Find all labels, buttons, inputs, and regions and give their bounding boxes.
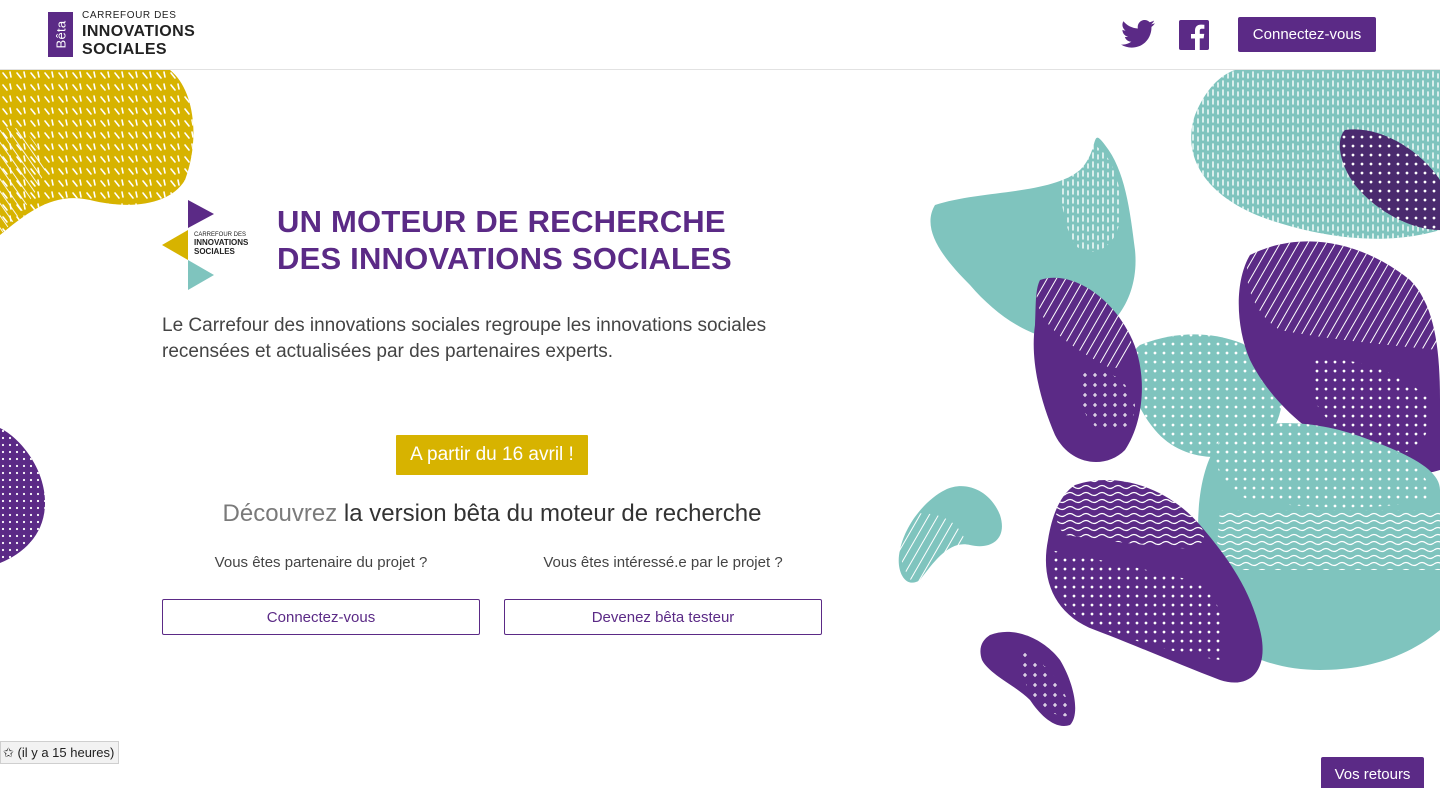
hero-title: UN MOTEUR DE RECHERCHE DES INNOVATIONS S… [277,203,732,277]
logo-line-3: SOCIALES [82,41,167,58]
beta-tester-button[interactable]: Devenez bêta testeur [504,599,822,635]
logo-triangle-purple [188,200,214,228]
discover-heading: Découvrez la version bêta du moteur de r… [162,498,822,530]
logo-line-1: CARREFOUR DES [82,10,177,21]
top-header: Bêta CARREFOUR DES INNOVATIONS SOCIALES … [0,0,1440,70]
hero-title-line-2: DES INNOVATIONS SOCIALES [277,241,732,276]
facebook-icon[interactable] [1179,20,1209,50]
logo-line-2: INNOVATIONS [82,23,196,40]
logo-triangle-teal [188,260,214,290]
twitter-icon[interactable] [1121,18,1155,50]
interested-question: Vous êtes intéressé.e par le projet ? [543,554,783,571]
beta-tag: Bêta [48,12,73,57]
history-chip[interactable]: ✩ (il y a 15 heures) [0,741,119,764]
hero-logo: CARREFOUR DES INNOVATIONS SOCIALES [162,200,249,290]
header-connect-button[interactable]: Connectez-vous [1238,17,1376,52]
hero-title-line-1: UN MOTEUR DE RECHERCHE [277,204,726,239]
discover-strong-text: la version bêta du moteur de recherche [343,500,762,527]
hero-logo-line-2: INNOVATIONS [194,238,249,247]
logo-text: CARREFOUR DES INNOVATIONS SOCIALES [82,10,196,58]
hero-logo-line-3: SOCIALES [194,247,236,256]
decorative-blob-cluster-right [898,70,1440,726]
partner-question: Vous êtes partenaire du projet ? [214,554,428,571]
decorative-blob-left [0,428,45,563]
beta-label: Bêta [53,20,69,49]
feedback-button[interactable]: Vos retours [1321,757,1424,788]
partner-connect-button[interactable]: Connectez-vous [162,599,480,635]
site-logo[interactable]: Bêta CARREFOUR DES INNOVATIONS SOCIALES [48,10,196,58]
logo-triangle-yellow [162,230,188,260]
launch-date-badge: A partir du 16 avril ! [396,435,588,475]
hero-description: Le Carrefour des innovations sociales re… [162,315,767,362]
discover-light-text: Découvrez [222,500,338,527]
